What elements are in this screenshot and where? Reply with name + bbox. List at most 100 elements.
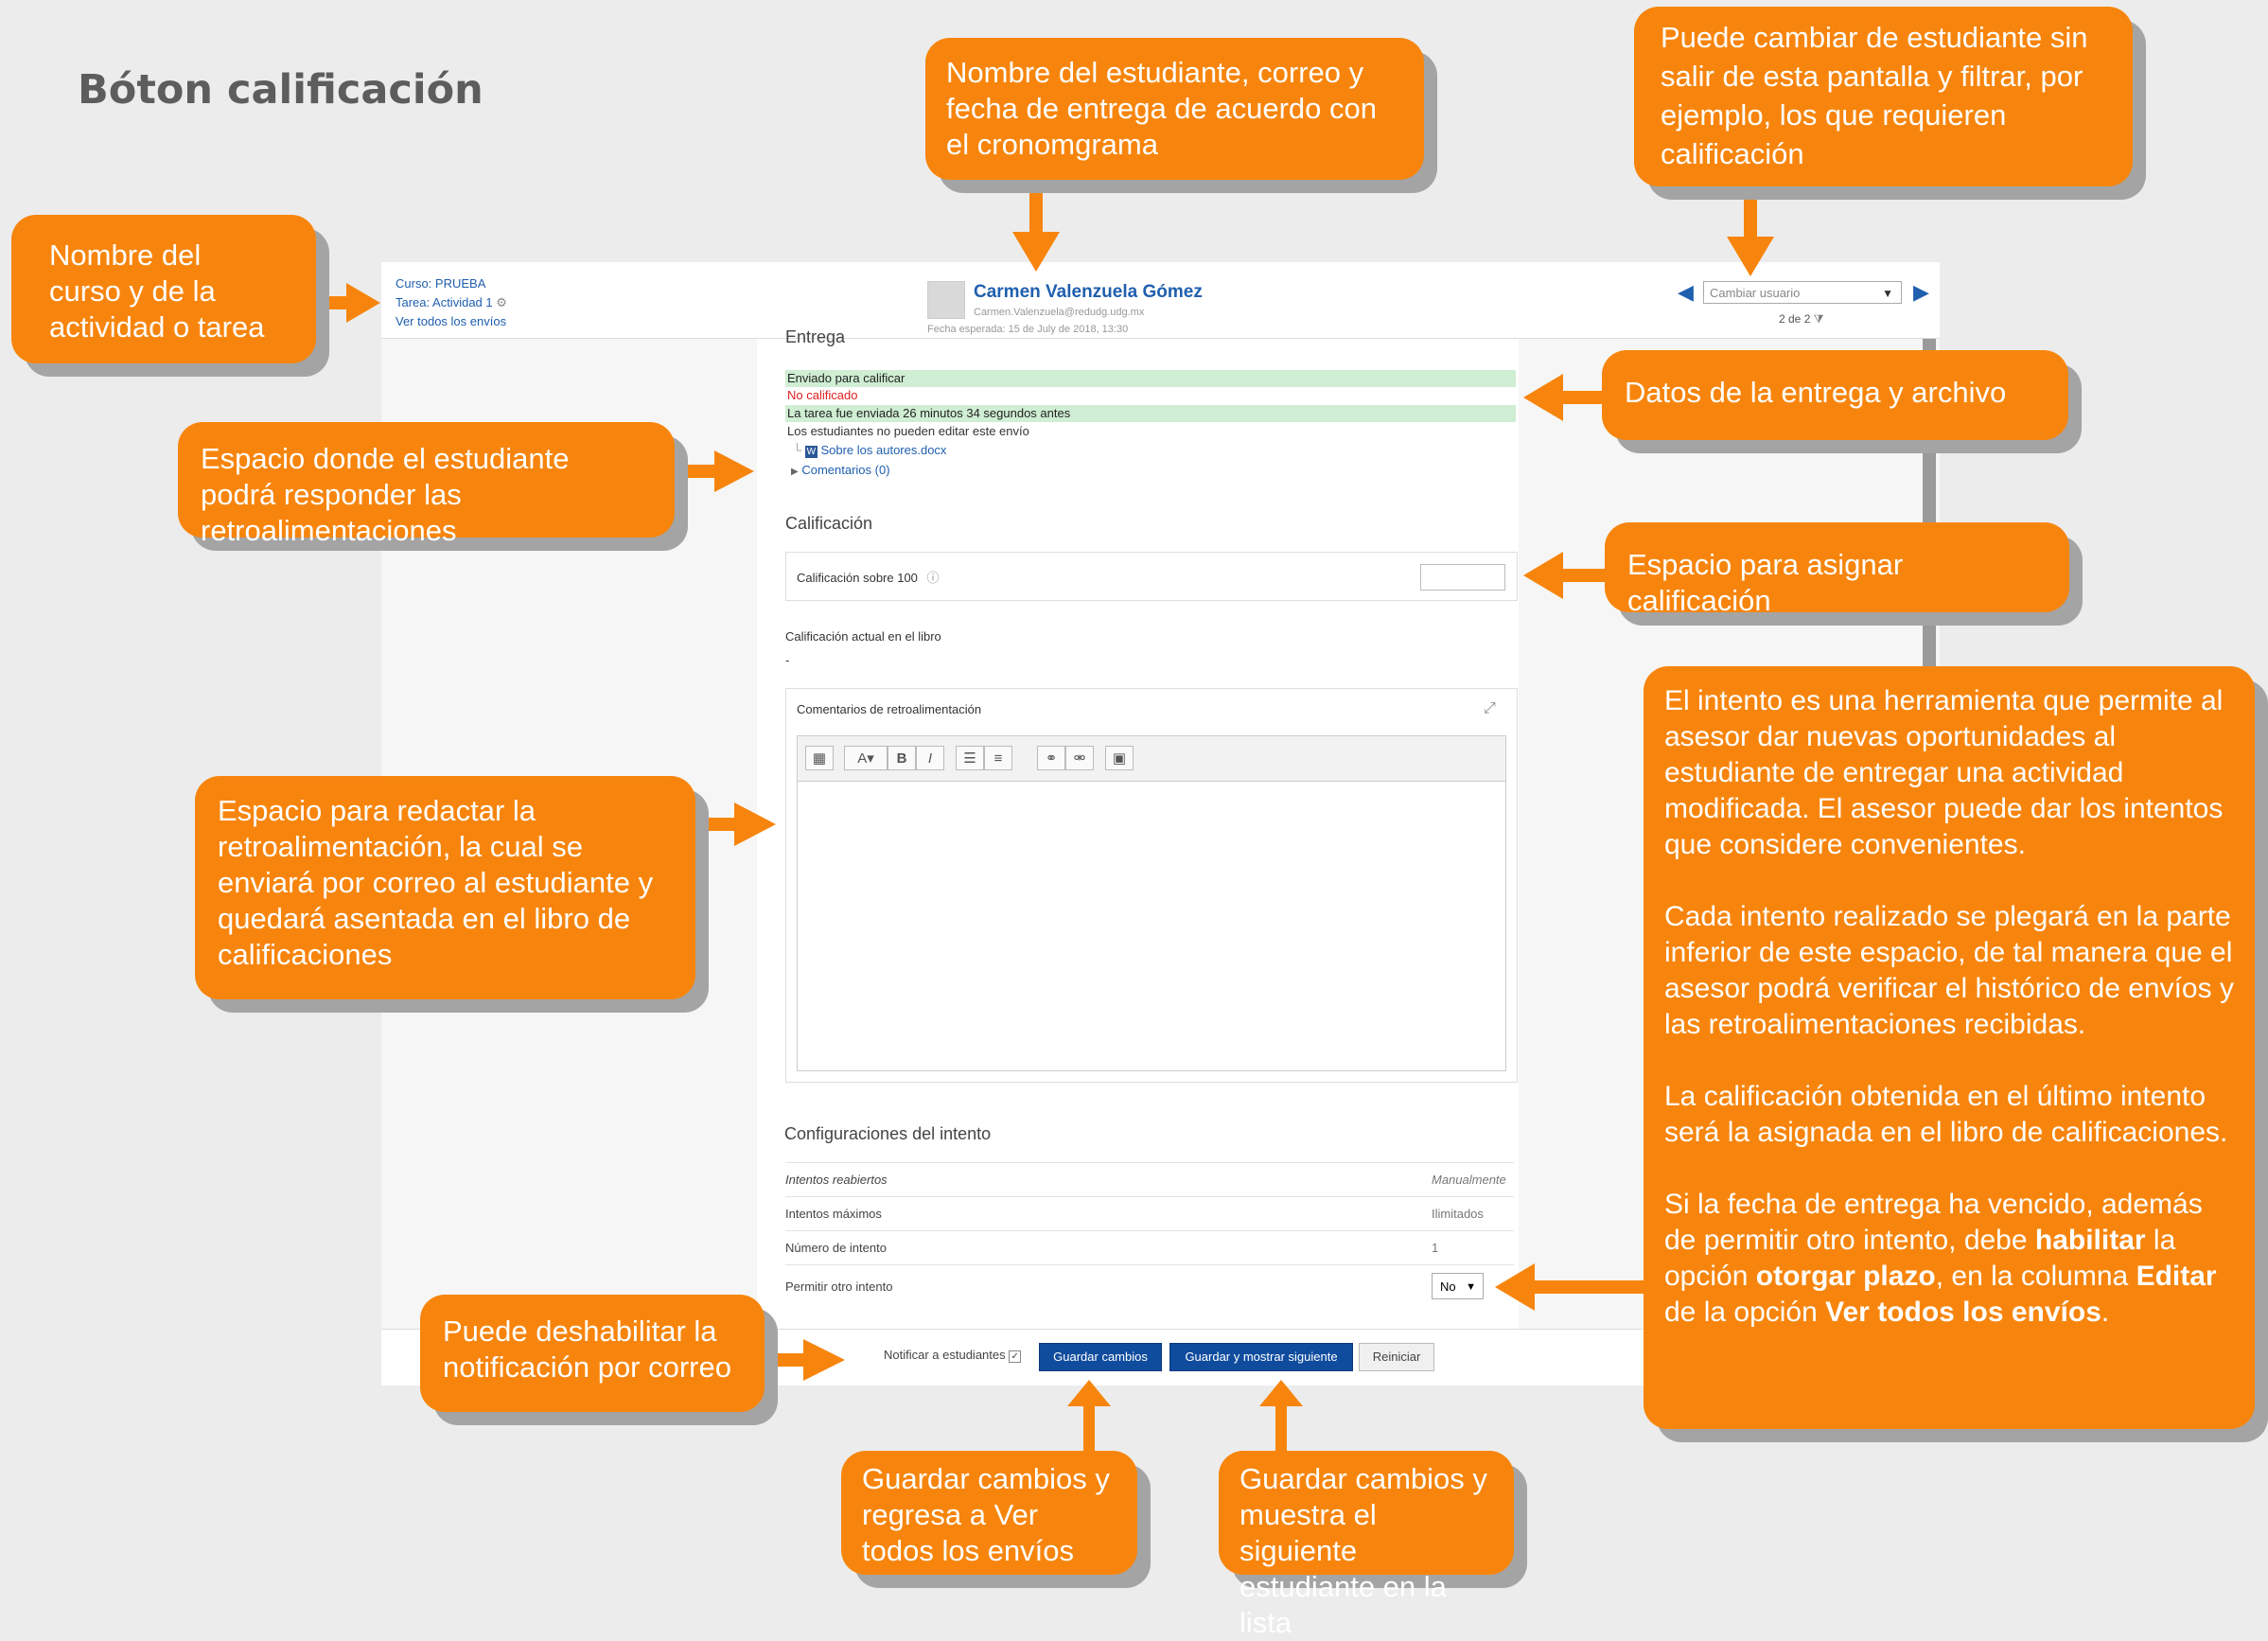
attempt-row-value: Manualmente (1432, 1173, 1506, 1187)
callout-text: Datos de la entrega y archivo (1625, 376, 2007, 409)
grade-input[interactable] (1420, 564, 1505, 591)
image-icon[interactable]: ▣ (1105, 746, 1134, 770)
callout-student-info: Nombre del estudiante, correo y fecha de… (925, 38, 1424, 180)
callout-reply-space: Espacio donde el estudiante podrá respon… (178, 422, 675, 547)
edit-status: Los estudiantes no pueden editar este en… (787, 424, 1029, 438)
comments-link[interactable]: Comentarios (0) (801, 463, 889, 477)
comments-toggle[interactable]: ▶ Comentarios (0) (791, 463, 890, 477)
attempt-row: Intentos máximos Ilimitados (785, 1196, 1514, 1231)
chevron-right-icon: ▶ (791, 467, 799, 477)
reset-button[interactable]: Reiniciar (1359, 1343, 1434, 1371)
expand-icon[interactable]: ⤢ (1484, 700, 1496, 717)
numbered-list-icon[interactable]: ≡ (984, 746, 1012, 770)
paragraph-style-icon[interactable]: A▾ (844, 746, 888, 770)
help-icon[interactable]: ⓘ (927, 571, 940, 585)
word-file-icon: W (804, 446, 818, 458)
attempt-row-label: Número de intento (785, 1241, 887, 1255)
gear-icon[interactable]: ⚙ (496, 295, 507, 309)
change-user-select[interactable]: Cambiar usuario ▼ (1703, 281, 1902, 304)
arrow-head (1067, 1380, 1111, 1406)
attempt-row: Intentos reabiertos Manualmente (785, 1162, 1514, 1197)
attempt-bold-text: Ver todos los envíos (1825, 1297, 2101, 1328)
callout-submission-data: Datos de la entrega y archivo (1602, 350, 2068, 440)
callout-text: Guardar cambios y regresa a Ver todos lo… (862, 1462, 1110, 1567)
callout-feedback-space: Espacio para redactar la retroalimentaci… (195, 776, 695, 999)
attempt-paragraph: La calificación obtenida en el último in… (1664, 1081, 2228, 1148)
view-all-submissions-link[interactable]: Ver todos los envíos (396, 312, 507, 331)
current-grade-value: - (785, 653, 790, 667)
toolbar-toggle-icon[interactable]: ▦ (805, 746, 834, 770)
grading-status: No calificado (787, 388, 858, 402)
allow-attempt-value: No (1440, 1279, 1456, 1294)
bold-icon[interactable]: B (888, 746, 916, 770)
callout-grade-space: Espacio para asignar calificación (1605, 522, 2069, 617)
editor-toolbar: ▦ A▾ B I ☰ ≡ ⚭ ⚮ ▣ (797, 735, 1506, 783)
notify-checkbox[interactable]: ✓ (1009, 1350, 1022, 1363)
next-user-icon[interactable]: ▶ (1913, 280, 1929, 305)
link-icon[interactable]: ⚭ (1037, 746, 1065, 770)
filter-icon[interactable]: ⧩ (1814, 312, 1824, 326)
allow-attempt-select[interactable]: No ▼ (1432, 1273, 1484, 1299)
attempt-row-label: Intentos máximos (785, 1207, 882, 1221)
page-title: Bóton calificación (78, 66, 483, 114)
arrow-head (803, 1339, 845, 1381)
bullet-list-icon[interactable]: ☰ (956, 746, 984, 770)
student-email: Carmen.Valenzuela@redudg.udg.mx (974, 307, 1145, 318)
arrow (1533, 1280, 1646, 1294)
attempt-settings-heading: Configuraciones del intento (784, 1124, 992, 1143)
change-user-placeholder: Cambiar usuario (1710, 286, 1801, 300)
file-row: └ W Sobre los autores.docx (793, 443, 946, 458)
pager: 2 de 2 ⧩ (1779, 312, 1823, 326)
file-link[interactable]: Sobre los autores.docx (820, 443, 946, 457)
student-name[interactable]: Carmen Valenzuela Gómez (974, 282, 1203, 303)
callout-save-next: Guardar cambios y muestra el siguiente e… (1219, 1451, 1514, 1639)
grade-label-text: Calificación sobre 100 (797, 571, 918, 585)
save-changes-button[interactable]: Guardar cambios (1039, 1343, 1162, 1371)
notify-students: Notificar a estudiantes ✓ (884, 1348, 1022, 1363)
attempt-bold-text: Editar (2136, 1261, 2217, 1292)
arrow-head (1727, 237, 1774, 276)
attempt-text: . (2101, 1297, 2110, 1328)
callout-course-name: Nombre del curso y de la actividad o tar… (11, 215, 316, 363)
callout-text: Nombre del estudiante, correo y fecha de… (946, 56, 1378, 161)
avatar (927, 281, 965, 319)
attempt-paragraph: Cada intento realizado se plegará en la … (1664, 901, 2234, 1040)
unlink-icon[interactable]: ⚮ (1065, 746, 1094, 770)
arrow-head (1523, 374, 1563, 421)
grade-label: Calificación sobre 100 ⓘ (797, 568, 940, 586)
allow-attempt-row: Permitir otro intento (785, 1264, 1514, 1309)
grade-heading: Calificación (785, 514, 873, 533)
attempt-row-value: 1 (1432, 1241, 1439, 1255)
task-link[interactable]: Tarea: Actividad 1 (396, 295, 493, 309)
callout-notify-disable: Puede deshabilitar la notificación por c… (420, 1295, 765, 1412)
callout-text: Nombre del curso y de la actividad o tar… (49, 238, 265, 344)
callout-attempt-info: El intento es una herramienta que permit… (1644, 666, 2255, 1429)
italic-icon[interactable]: I (916, 746, 944, 770)
course-link[interactable]: Curso: PRUEBA (396, 274, 507, 293)
submission-status: Enviado para calificar (785, 370, 1516, 387)
arrow (1561, 391, 1604, 404)
arrow-head (1012, 232, 1060, 272)
callout-text: Puede cambiar de estudiante sin salir de… (1661, 21, 2088, 170)
feedback-label: Comentarios de retroalimentación (797, 702, 982, 716)
callout-text: Espacio para asignar calificación (1627, 548, 1904, 617)
arrow (1083, 1404, 1095, 1452)
attempt-paragraph: El intento es una herramienta que permit… (1664, 685, 2224, 860)
allow-attempt-label: Permitir otro intento (785, 1279, 893, 1294)
feedback-editor[interactable] (797, 781, 1506, 1071)
arrow-head (1523, 552, 1563, 599)
attempt-text: , en la columna (1935, 1261, 2136, 1292)
attempt-bold-text: habilitar (2034, 1225, 2146, 1256)
attempt-paragraph: Si la fecha de entrega ha vencido, ademá… (1664, 1187, 2236, 1331)
attempt-bold-text: otorgar plazo (1755, 1261, 1936, 1292)
attempt-row-value: Ilimitados (1432, 1207, 1484, 1221)
attempt-row-label: Intentos reabiertos (785, 1173, 888, 1187)
attempt-row: Número de intento 1 (785, 1230, 1514, 1265)
previous-user-icon[interactable]: ◀ (1678, 280, 1694, 305)
save-and-next-button[interactable]: Guardar y mostrar siguiente (1169, 1343, 1353, 1371)
submission-heading: Entrega (785, 327, 846, 346)
arrow-head (714, 450, 754, 492)
pager-text: 2 de 2 (1779, 312, 1811, 326)
current-grade-label: Calificación actual en el libro (785, 629, 941, 644)
attempt-text: de la opción (1664, 1297, 1826, 1328)
